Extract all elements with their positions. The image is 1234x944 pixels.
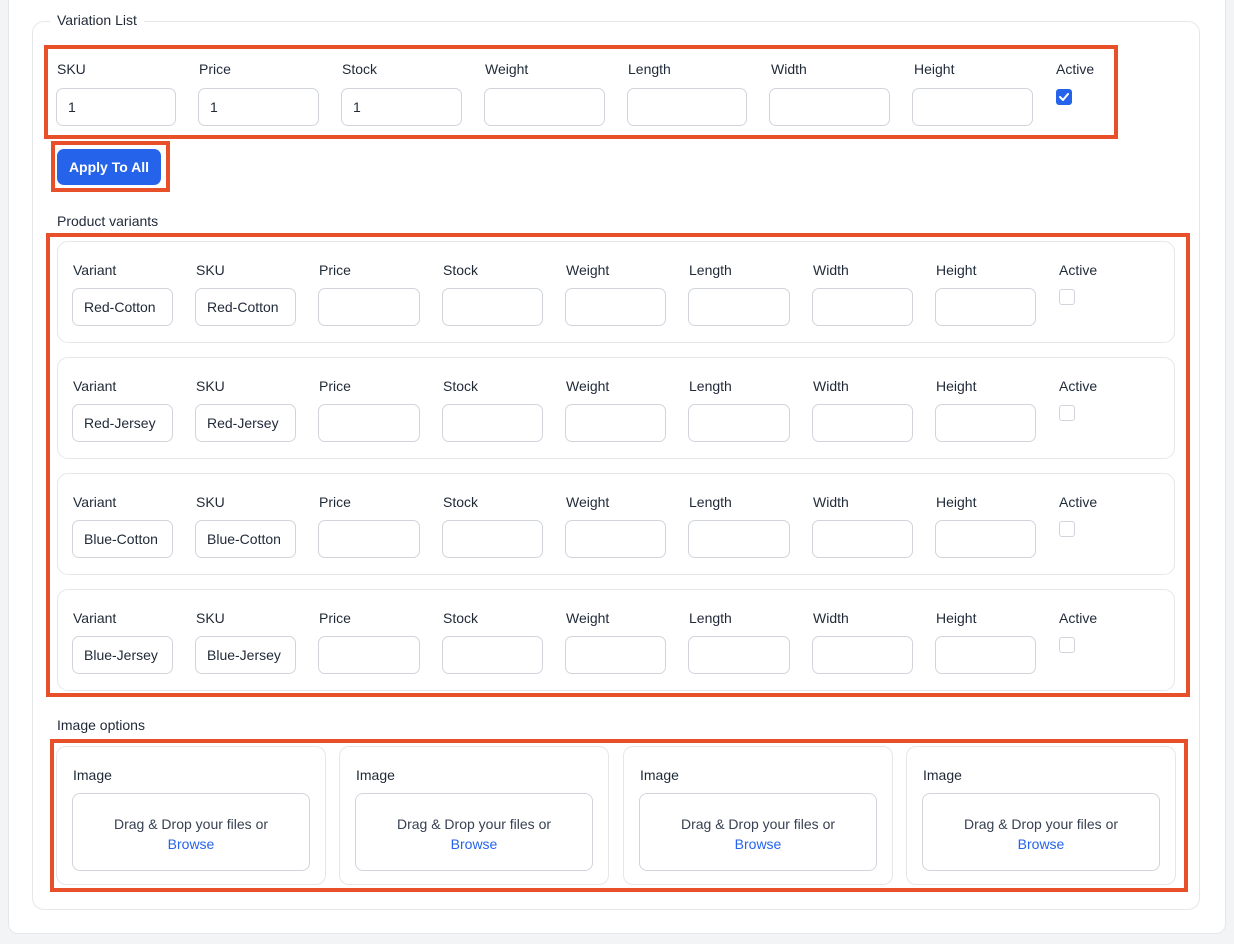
highlight-bulk-row <box>44 45 1118 139</box>
highlight-apply-button <box>51 141 170 192</box>
variation-list-legend: Variation List <box>50 12 144 28</box>
highlight-image-options <box>50 739 1188 892</box>
product-variants-title: Product variants <box>57 213 159 229</box>
highlight-variants <box>46 233 1190 697</box>
image-options-title: Image options <box>57 717 145 733</box>
